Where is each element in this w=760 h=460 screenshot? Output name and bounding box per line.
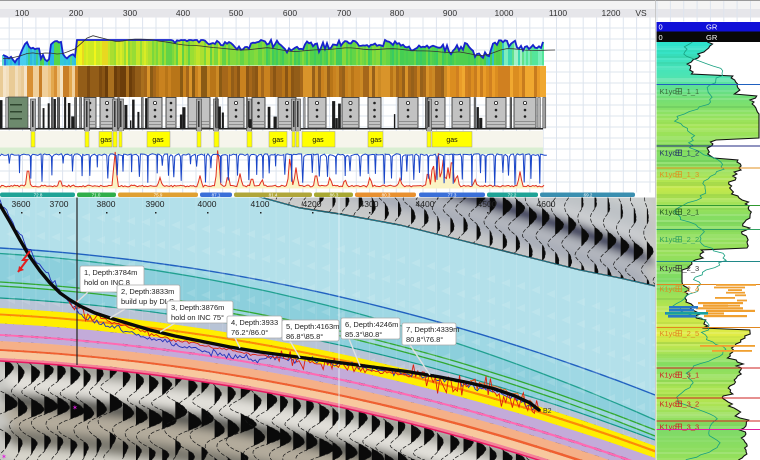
svg-text:1, Depth:3784m: 1, Depth:3784m	[84, 268, 137, 277]
svg-text:3900: 3900	[146, 199, 165, 209]
svg-text:_3_3: _3_3	[682, 423, 700, 432]
svg-text:75.9: 75.9	[154, 193, 163, 198]
svg-text:4, Depth:3933: 4, Depth:3933	[231, 318, 278, 327]
svg-text:4600: 4600	[537, 199, 556, 209]
svg-text:gas: gas	[312, 137, 324, 144]
svg-text:VS: VS	[635, 8, 647, 18]
svg-text:_2_2: _2_2	[682, 235, 700, 244]
svg-text:K1yc: K1yc	[660, 149, 677, 158]
svg-text:K1yc: K1yc	[660, 329, 677, 338]
svg-text:3600: 3600	[12, 199, 31, 209]
svg-text:85.3°\80.8°: 85.3°\80.8°	[345, 330, 382, 339]
svg-text:0: 0	[659, 33, 663, 42]
svg-text:build up by DLS: build up by DLS	[121, 297, 174, 306]
svg-text:4000: 4000	[198, 199, 217, 209]
svg-text:K1yc: K1yc	[660, 170, 677, 179]
svg-text:400: 400	[176, 8, 190, 18]
svg-text:gas: gas	[446, 137, 458, 144]
svg-text:_2_5: _2_5	[682, 329, 700, 338]
svg-text:_2_4: _2_4	[682, 285, 700, 294]
svg-text:4100: 4100	[251, 199, 270, 209]
svg-text:_2_3: _2_3	[682, 264, 700, 273]
svg-text:4300: 4300	[360, 199, 379, 209]
svg-text:GR: GR	[706, 33, 718, 42]
svg-text:4400: 4400	[416, 199, 435, 209]
svg-text:80.8°\76.8°: 80.8°\76.8°	[406, 335, 443, 344]
svg-text:5, Depth:4163m: 5, Depth:4163m	[286, 322, 339, 331]
svg-text:K1yc: K1yc	[660, 400, 677, 409]
svg-text:500: 500	[229, 8, 243, 18]
svg-text:1200: 1200	[602, 8, 621, 18]
svg-text:K1yc: K1yc	[660, 423, 677, 432]
svg-text:gas: gas	[272, 137, 284, 144]
svg-text:81.4: 81.4	[269, 193, 278, 198]
svg-text:76.2°/86.0°: 76.2°/86.0°	[231, 328, 268, 337]
svg-text:gas: gas	[152, 137, 164, 144]
svg-text:4200: 4200	[303, 199, 322, 209]
svg-text:900: 900	[443, 8, 457, 18]
svg-text:hold on INC 75°: hold on INC 75°	[171, 313, 224, 322]
svg-text:72.2: 72.2	[508, 193, 517, 198]
svg-text:_1_1: _1_1	[682, 87, 700, 96]
svg-text:_1_3: _1_3	[682, 170, 700, 179]
svg-text:86.8°\85.8°: 86.8°\85.8°	[286, 332, 323, 341]
svg-text:200: 200	[69, 8, 83, 18]
svg-text:6, Depth:4246m: 6, Depth:4246m	[345, 320, 398, 329]
svg-text:71.0: 71.0	[92, 193, 101, 198]
svg-text:gas: gas	[100, 137, 112, 144]
svg-text:✶: ✶	[72, 404, 78, 412]
svg-text:69.2: 69.2	[584, 193, 593, 198]
svg-text:86.3: 86.3	[330, 193, 339, 198]
svg-text:gas: gas	[370, 137, 382, 144]
svg-text:3, Depth:3876m: 3, Depth:3876m	[171, 303, 224, 312]
svg-text:3700: 3700	[50, 199, 69, 209]
svg-text:B2: B2	[543, 408, 552, 415]
svg-text:_1_2: _1_2	[682, 149, 700, 158]
svg-text:1000: 1000	[495, 8, 514, 18]
svg-text:700: 700	[337, 8, 351, 18]
svg-text:800: 800	[390, 8, 404, 18]
svg-text:_2_1: _2_1	[682, 208, 700, 217]
svg-text:77.3: 77.3	[448, 193, 457, 198]
svg-text:1100: 1100	[549, 8, 568, 18]
svg-text:72.8: 72.8	[34, 193, 43, 198]
svg-text:100: 100	[15, 8, 29, 18]
svg-text:0: 0	[659, 23, 663, 32]
svg-text:7, Depth:4339m: 7, Depth:4339m	[406, 325, 459, 334]
svg-text:K1yc: K1yc	[660, 264, 677, 273]
svg-text:2, Depth:3833m: 2, Depth:3833m	[121, 287, 174, 296]
svg-text:300: 300	[123, 8, 137, 18]
svg-text:3800: 3800	[97, 199, 116, 209]
svg-text:80.3: 80.3	[382, 193, 391, 198]
svg-text:K1yc: K1yc	[660, 87, 677, 96]
svg-text:_3_1: _3_1	[682, 371, 700, 380]
svg-text:K1yc: K1yc	[660, 371, 677, 380]
svg-text:4500: 4500	[478, 199, 497, 209]
svg-text:GR: GR	[706, 23, 718, 32]
svg-text:87.1: 87.1	[212, 193, 221, 198]
svg-text:600: 600	[283, 8, 297, 18]
svg-text:✶: ✶	[1, 453, 7, 460]
svg-text:K1yc: K1yc	[660, 235, 677, 244]
svg-text:K1yc: K1yc	[660, 285, 677, 294]
svg-text:_3_2: _3_2	[682, 400, 700, 409]
svg-text:K1yc: K1yc	[660, 208, 677, 217]
